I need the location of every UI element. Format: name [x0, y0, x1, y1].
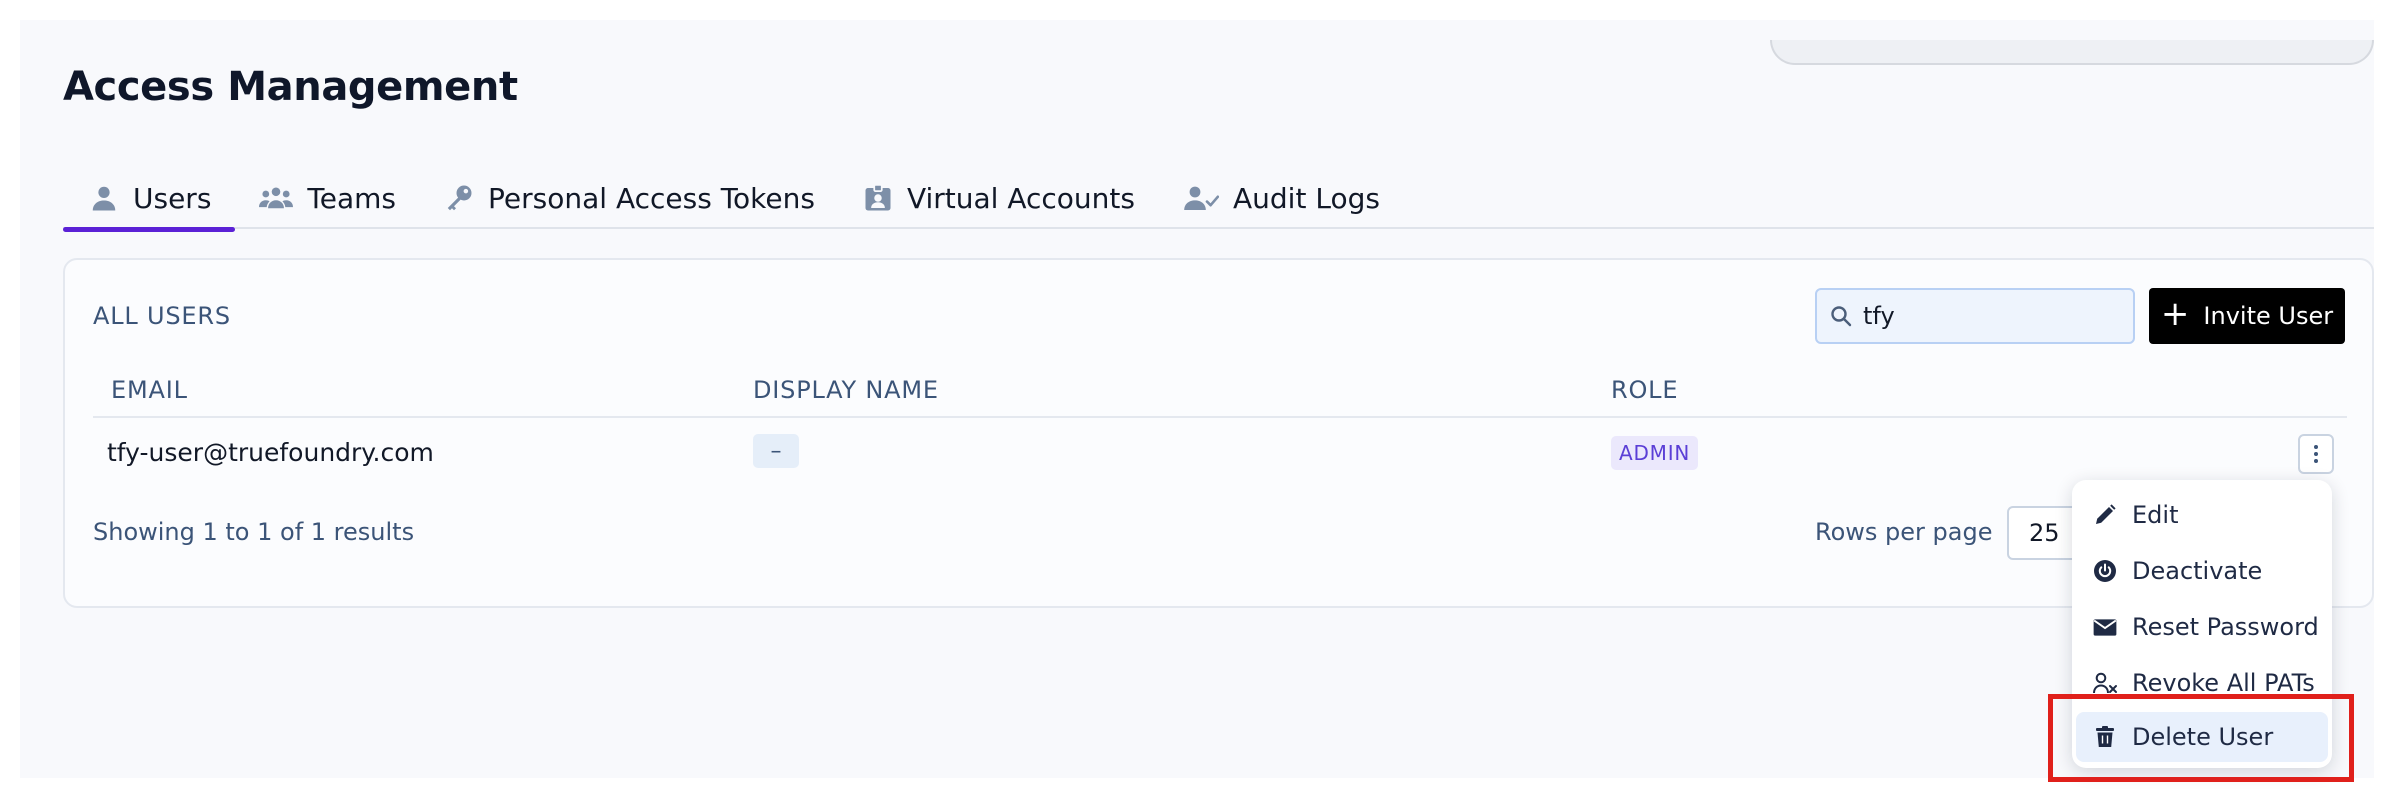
invite-user-button[interactable]: + Invite User [2149, 288, 2345, 344]
power-icon [2092, 558, 2118, 584]
tab-label: Teams [307, 181, 397, 215]
tab-label: Virtual Accounts [906, 181, 1135, 215]
table-header: EMAIL DISPLAY NAME ROLE [93, 372, 2347, 418]
key-icon [444, 183, 474, 213]
search-icon [1829, 304, 1853, 328]
menu-item-label: Edit [2132, 501, 2179, 529]
rows-per-page-label: Rows per page [1815, 518, 1993, 546]
rows-per-page-value: 25 [2029, 519, 2060, 547]
menu-item-revoke-all-pats[interactable]: Revoke All PATs [2076, 658, 2328, 708]
tab-personal-access-tokens[interactable]: Personal Access Tokens [420, 167, 839, 229]
user-email: tfy-user@truefoundry.com [107, 438, 434, 467]
menu-item-reset-password[interactable]: Reset Password [2076, 602, 2328, 652]
pagination-summary: Showing 1 to 1 of 1 results [93, 518, 415, 546]
menu-item-label: Revoke All PATs [2132, 669, 2315, 697]
tab-teams[interactable]: Teams [235, 167, 420, 229]
user-x-icon [2092, 670, 2118, 696]
menu-item-delete-user[interactable]: Delete User [2076, 712, 2328, 762]
section-title: ALL USERS [93, 302, 231, 330]
envelope-icon [2092, 614, 2118, 640]
tab-virtual-accounts[interactable]: Virtual Accounts [839, 167, 1159, 229]
search-box[interactable] [1815, 288, 2135, 344]
menu-item-label: Reset Password [2132, 613, 2319, 641]
tab-label: Audit Logs [1233, 181, 1380, 215]
display-name-chip: – [753, 434, 799, 468]
page: Access Management Users Teams Personal A… [20, 20, 2374, 782]
tab-label: Personal Access Tokens [488, 181, 815, 215]
menu-item-deactivate[interactable]: Deactivate [2076, 546, 2328, 596]
row-actions-button[interactable] [2298, 434, 2334, 474]
pencil-icon [2092, 502, 2118, 528]
user-icon [89, 183, 119, 213]
role-badge: ADMIN [1611, 436, 1699, 470]
tab-users[interactable]: Users [63, 167, 236, 232]
plus-icon: + [2160, 294, 2190, 334]
menu-item-edit[interactable]: Edit [2076, 490, 2328, 540]
table-row[interactable]: tfy-user@truefoundry.com – ADMIN [93, 420, 2347, 486]
id-badge-icon [863, 183, 893, 213]
column-header-email: EMAIL [111, 376, 188, 404]
users-card: ALL USERS + Invite User EMAIL DISPLAY NA… [63, 258, 2374, 608]
menu-item-label: Delete User [2132, 723, 2274, 751]
invite-user-label: Invite User [2203, 302, 2334, 330]
overlay-card-edge [1770, 40, 2374, 65]
user-check-icon [1183, 183, 1219, 213]
row-actions-menu: Edit Deactivate Reset Password Revoke Al… [2072, 480, 2332, 768]
team-icon [259, 183, 294, 213]
kebab-icon [2313, 444, 2319, 464]
search-input[interactable] [1863, 302, 2123, 330]
tab-label: Users [133, 181, 212, 215]
tab-audit-logs[interactable]: Audit Logs [1159, 167, 1404, 229]
tab-bar: Users Teams Personal Access Tokens Virtu… [63, 167, 2374, 232]
column-header-display-name: DISPLAY NAME [753, 376, 939, 404]
column-header-role: ROLE [1611, 376, 1679, 404]
menu-item-label: Deactivate [2132, 557, 2263, 585]
trash-icon [2092, 724, 2118, 750]
page-title: Access Management [63, 64, 518, 110]
